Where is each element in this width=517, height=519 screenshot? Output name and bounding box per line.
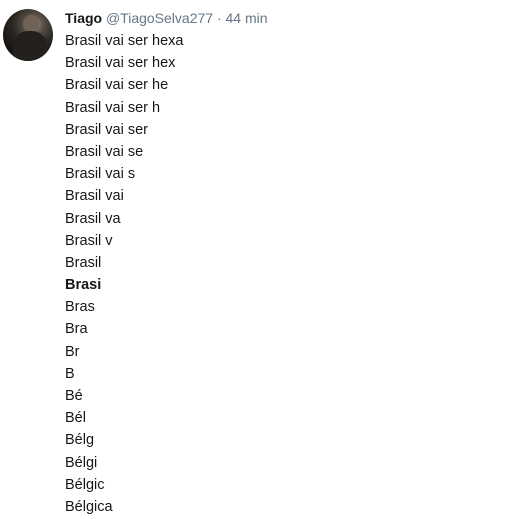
tweet-text-line: Brasil vai se: [65, 143, 144, 160]
header-separator: ·: [216, 10, 222, 26]
tweet-text-line: Bé: [65, 388, 83, 404]
tweet-text-line: Brasil vai: [65, 188, 124, 205]
tweet-text-line: Brasil vai ser h: [65, 99, 161, 116]
tweet-header: Tiago @TiagoSelva277 · 44 min: [65, 8, 268, 28]
tweet-text-line: Brasil vai ser: [65, 121, 148, 138]
author-name[interactable]: Tiago: [65, 10, 102, 26]
tweet: Tiago @TiagoSelva277 · 44 min Brasil vai…: [0, 0, 517, 519]
tweet-text-line: Brasil vai ser he: [65, 77, 169, 94]
tweet-text-line: Bélgica: [65, 498, 113, 515]
tweet-text-line: Br: [65, 343, 80, 360]
avatar[interactable]: [3, 9, 53, 61]
tweet-text-line: Brasil vai ser hexa: [65, 33, 184, 49]
tweet-text-line: Brasil va: [65, 210, 121, 227]
tweet-text-line: Brasi: [65, 277, 102, 294]
tweet-text-line: Brasil: [65, 254, 102, 271]
tweet-timestamp[interactable]: 44 min: [226, 10, 268, 26]
tweet-text-line: Bélgi: [65, 454, 98, 471]
tweet-text-line: Bras: [65, 299, 95, 316]
tweet-text-line: Brasil v: [65, 232, 113, 249]
tweet-text-line: Bélgic: [65, 476, 105, 493]
avatar-body-shape: [13, 31, 47, 61]
tweet-text-line: Brasil vai s: [65, 166, 136, 183]
tweet-body: Brasil vai ser hexa Brasil vai ser hex Bra…: [65, 30, 183, 518]
tweet-text-line: Bra: [65, 321, 88, 338]
tweet-text-line: Bélg: [65, 432, 95, 449]
tweet-text-line: Bél: [65, 410, 86, 427]
author-handle[interactable]: @TiagoSelva277: [106, 10, 213, 26]
tweet-text-line: Brasil vai ser hex: [65, 55, 176, 72]
tweet-text-line: B: [65, 365, 75, 382]
